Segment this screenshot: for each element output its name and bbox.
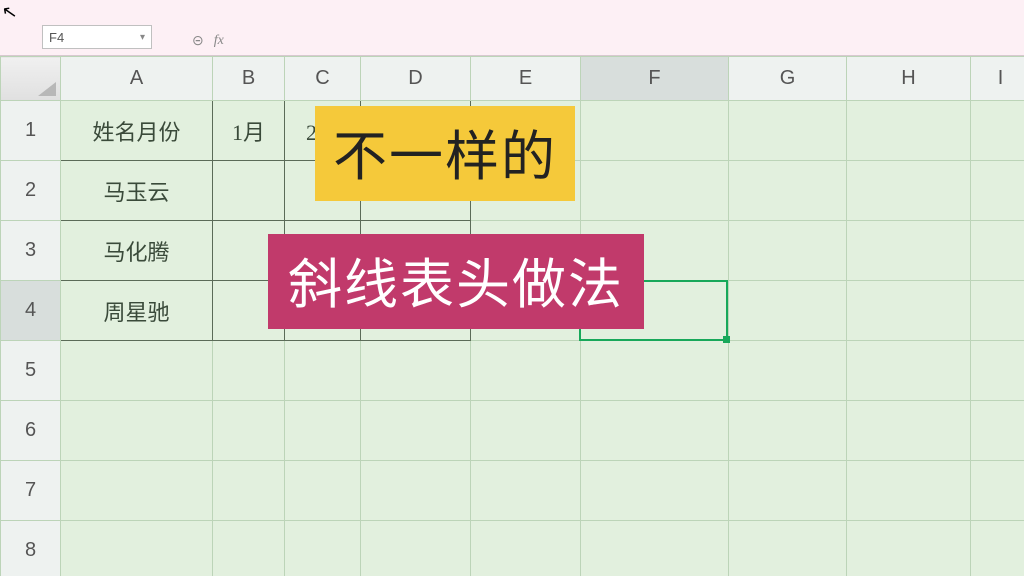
cell-A3[interactable]: 马化腾 [61,221,213,281]
row-header-3[interactable]: 3 [1,221,61,281]
overlay-magenta-label: 斜线表头做法 [268,234,644,329]
cell-I3[interactable] [971,221,1024,281]
cell-B7[interactable] [213,461,285,521]
cell-F8[interactable] [581,521,729,576]
col-header-E[interactable]: E [471,57,581,101]
cell-G2[interactable] [729,161,847,221]
col-header-G[interactable]: G [729,57,847,101]
cell-G8[interactable] [729,521,847,576]
row-header-4[interactable]: 4 [1,281,61,341]
cell-C5[interactable] [285,341,361,401]
cell-H8[interactable] [847,521,971,576]
cell-F2[interactable] [581,161,729,221]
cell-C7[interactable] [285,461,361,521]
cell-B2[interactable] [213,161,285,221]
cell-E6[interactable] [471,401,581,461]
formula-bar-area: F4 ▾ ⊝ fx [0,0,1024,56]
col-header-F[interactable]: F [581,57,729,101]
cell-A1[interactable]: 姓名月份 [61,101,213,161]
overlay-yellow-label: 不一样的 [315,106,575,201]
dropdown-icon[interactable]: ▾ [140,32,145,43]
cell-F5[interactable] [581,341,729,401]
cell-I6[interactable] [971,401,1024,461]
cell-G7[interactable] [729,461,847,521]
cell-E7[interactable] [471,461,581,521]
cell-G4[interactable] [729,281,847,341]
cell-I8[interactable] [971,521,1024,576]
spreadsheet-grid[interactable]: A B C D E F G H I 1 姓名月份 1月 2月 2 马玉云 [0,56,1024,576]
cell-G3[interactable] [729,221,847,281]
row-header-6[interactable]: 6 [1,401,61,461]
col-header-I[interactable]: I [971,57,1024,101]
row-header-8[interactable]: 8 [1,521,61,576]
cell-H2[interactable] [847,161,971,221]
cell-A7[interactable] [61,461,213,521]
cell-H6[interactable] [847,401,971,461]
col-header-A[interactable]: A [61,57,213,101]
cell-A4[interactable]: 周星驰 [61,281,213,341]
name-box[interactable]: F4 ▾ [42,25,152,49]
col-header-H[interactable]: H [847,57,971,101]
row-header-7[interactable]: 7 [1,461,61,521]
zoom-icon[interactable]: ⊝ [192,32,204,49]
cell-D5[interactable] [361,341,471,401]
cell-H4[interactable] [847,281,971,341]
cell-A2[interactable]: 马玉云 [61,161,213,221]
cell-A8[interactable] [61,521,213,576]
cell-I7[interactable] [971,461,1024,521]
cell-H3[interactable] [847,221,971,281]
row-header-5[interactable]: 5 [1,341,61,401]
cell-G5[interactable] [729,341,847,401]
cell-C6[interactable] [285,401,361,461]
col-header-C[interactable]: C [285,57,361,101]
cell-H7[interactable] [847,461,971,521]
cell-A6[interactable] [61,401,213,461]
cell-H5[interactable] [847,341,971,401]
formula-controls: ⊝ fx [192,32,224,49]
cell-C8[interactable] [285,521,361,576]
cell-E8[interactable] [471,521,581,576]
cell-I5[interactable] [971,341,1024,401]
col-header-B[interactable]: B [213,57,285,101]
col-header-D[interactable]: D [361,57,471,101]
cell-D7[interactable] [361,461,471,521]
cell-D8[interactable] [361,521,471,576]
cell-E5[interactable] [471,341,581,401]
cell-B6[interactable] [213,401,285,461]
cell-B1[interactable]: 1月 [213,101,285,161]
cell-F1[interactable] [581,101,729,161]
cell-B8[interactable] [213,521,285,576]
cell-I2[interactable] [971,161,1024,221]
cell-F6[interactable] [581,401,729,461]
cell-G1[interactable] [729,101,847,161]
cell-D6[interactable] [361,401,471,461]
cell-A5[interactable] [61,341,213,401]
fx-label[interactable]: fx [214,33,224,49]
select-all-corner[interactable] [1,57,61,101]
cell-G6[interactable] [729,401,847,461]
cell-H1[interactable] [847,101,971,161]
row-header-2[interactable]: 2 [1,161,61,221]
cell-I4[interactable] [971,281,1024,341]
row-header-1[interactable]: 1 [1,101,61,161]
name-box-value: F4 [49,30,64,45]
cell-F7[interactable] [581,461,729,521]
cell-B5[interactable] [213,341,285,401]
cell-I1[interactable] [971,101,1024,161]
